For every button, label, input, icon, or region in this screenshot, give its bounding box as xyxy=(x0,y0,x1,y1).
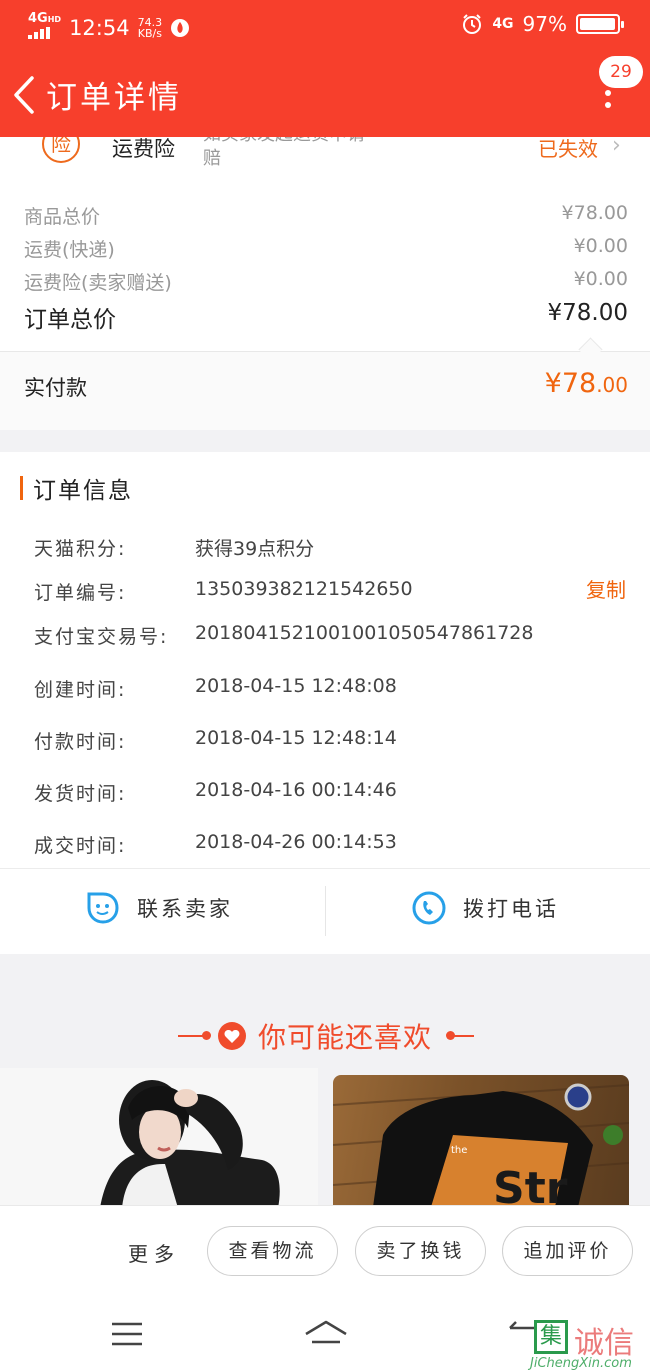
chevron-right-icon: › xyxy=(612,137,621,158)
decor-line xyxy=(178,1035,204,1037)
contact-seller-button[interactable]: 联系卖家 xyxy=(85,890,233,926)
amount-paid-label: 实付款 xyxy=(24,376,87,400)
app-notification-icon xyxy=(171,18,190,37)
contact-seller-label: 联系卖家 xyxy=(137,897,233,921)
decor-line xyxy=(448,1035,474,1037)
more-menu-button[interactable]: 29 xyxy=(590,56,644,112)
recommend-title: 你可能还喜欢 xyxy=(258,1021,433,1054)
signal-indicator: 4GHD xyxy=(28,12,61,43)
copy-button[interactable]: 复制 xyxy=(586,574,626,603)
freight-insurance-row[interactable]: 险 运费险 如买家发起退货申请 赔 已失效 › xyxy=(0,137,650,182)
decor-dot xyxy=(202,1031,211,1040)
info-value: 2018041521001001050547861728 xyxy=(195,622,534,644)
info-value: 2018-04-26 00:14:53 xyxy=(195,831,397,853)
insurance-fee-value: ¥0.00 xyxy=(573,268,628,290)
order-total-value: ¥78.00 xyxy=(547,300,628,326)
status-bar: 4GHD 12:54 74.3 KB/s 4G 97% xyxy=(0,0,650,52)
order-info-card: 订单信息 天猫积分: 获得39点积分 订单编号: 135039382121542… xyxy=(0,452,650,954)
insurance-fee-label: 运费险(卖家赠送) xyxy=(24,272,172,294)
section-accent-bar xyxy=(20,476,23,500)
insurance-icon: 险 xyxy=(42,137,80,163)
order-total-label: 订单总价 xyxy=(24,307,116,333)
message-count-badge: 29 xyxy=(599,56,643,88)
chevron-left-icon xyxy=(14,76,34,114)
phone-icon xyxy=(412,891,446,925)
view-logistics-button[interactable]: 查看物流 xyxy=(207,1226,338,1276)
goods-total-row: 商品总价 ¥78.00 xyxy=(24,202,628,229)
section-title: 订单信息 xyxy=(33,478,133,504)
watermark-url: JiChengXin.com xyxy=(530,1356,632,1371)
alarm-icon xyxy=(463,14,482,34)
battery-icon xyxy=(576,14,624,34)
battery-percent: 97% xyxy=(522,12,567,36)
menu-icon[interactable] xyxy=(110,1320,144,1348)
back-button[interactable] xyxy=(8,72,44,118)
more-actions-button[interactable]: 更多 xyxy=(128,1238,180,1267)
resell-button[interactable]: 卖了换钱 xyxy=(355,1226,486,1276)
product-photo: the Str xyxy=(333,1083,629,1207)
goods-total-value: ¥78.00 xyxy=(561,202,628,224)
signal-bars-icon xyxy=(28,27,50,39)
amount-paid-row: 实付款 ¥78.00 xyxy=(0,352,650,430)
info-label: 支付宝交易号: xyxy=(34,626,169,648)
divider xyxy=(0,868,650,869)
insurance-desc: 如买家发起退货申请 赔 xyxy=(203,137,365,169)
order-total-row: 订单总价 ¥78.00 xyxy=(24,300,628,334)
order-action-bar: 更多 查看物流 卖了换钱 追加评价 xyxy=(0,1205,650,1298)
info-label: 创建时间: xyxy=(34,679,127,701)
chat-bubble-icon xyxy=(87,892,119,924)
product-image-woman-sweater[interactable] xyxy=(0,1068,318,1208)
info-label: 发货时间: xyxy=(34,783,127,805)
info-value: 获得39点积分 xyxy=(195,538,315,560)
kebab-icon xyxy=(605,90,611,114)
info-label: 付款时间: xyxy=(34,731,127,753)
insurance-fee-row: 运费险(卖家赠送) ¥0.00 xyxy=(24,268,628,295)
info-label: 天猫积分: xyxy=(34,538,127,560)
network-hd: HD xyxy=(47,15,62,24)
network-speed: 74.3 KB/s xyxy=(137,15,163,40)
product-photo xyxy=(100,1080,280,1208)
product-image-tshirt[interactable]: the Str xyxy=(333,1075,629,1207)
page-title: 订单详情 xyxy=(46,80,182,116)
freight-label: 运费(快递) xyxy=(24,239,115,261)
info-value: 2018-04-15 12:48:08 xyxy=(195,675,397,697)
freight-value: ¥0.00 xyxy=(573,235,628,257)
status-time: 12:54 xyxy=(69,15,130,40)
home-icon[interactable] xyxy=(302,1318,350,1350)
call-phone-button[interactable]: 拨打电话 xyxy=(411,890,559,926)
watermark-logo: 集 xyxy=(534,1320,568,1354)
call-phone-label: 拨打电话 xyxy=(463,897,559,921)
freight-row: 运费(快递) ¥0.00 xyxy=(24,235,628,262)
system-nav-bar: 集 诚信 JiChengXin.com xyxy=(0,1298,650,1372)
svg-text:Str: Str xyxy=(493,1163,568,1207)
heart-icon xyxy=(218,1022,246,1050)
recommend-header: 你可能还喜欢 xyxy=(0,1012,650,1060)
info-label: 成交时间: xyxy=(34,835,127,857)
info-value: 2018-04-16 00:14:46 xyxy=(195,779,397,801)
goods-total-label: 商品总价 xyxy=(24,206,101,228)
amount-paid-value: ¥78.00 xyxy=(544,368,628,399)
network-type: 4G xyxy=(28,11,48,26)
app-header: 4GHD 12:54 74.3 KB/s 4G 97% 订单详情 29 xyxy=(0,0,650,137)
svg-text:the: the xyxy=(451,1145,467,1156)
insurance-status: 已失效 xyxy=(538,137,598,161)
network-type-right: 4G xyxy=(492,16,514,32)
info-value: 2018-04-15 12:48:14 xyxy=(195,727,397,749)
info-value[interactable]: 135039382121542650 xyxy=(195,578,413,600)
divider xyxy=(325,886,326,936)
info-label: 订单编号: xyxy=(34,582,127,604)
price-summary: 商品总价 ¥78.00 运费(快递) ¥0.00 运费险(卖家赠送) ¥0.00… xyxy=(0,182,650,430)
insurance-name: 运费险 xyxy=(112,137,175,161)
add-review-button[interactable]: 追加评价 xyxy=(502,1226,633,1276)
